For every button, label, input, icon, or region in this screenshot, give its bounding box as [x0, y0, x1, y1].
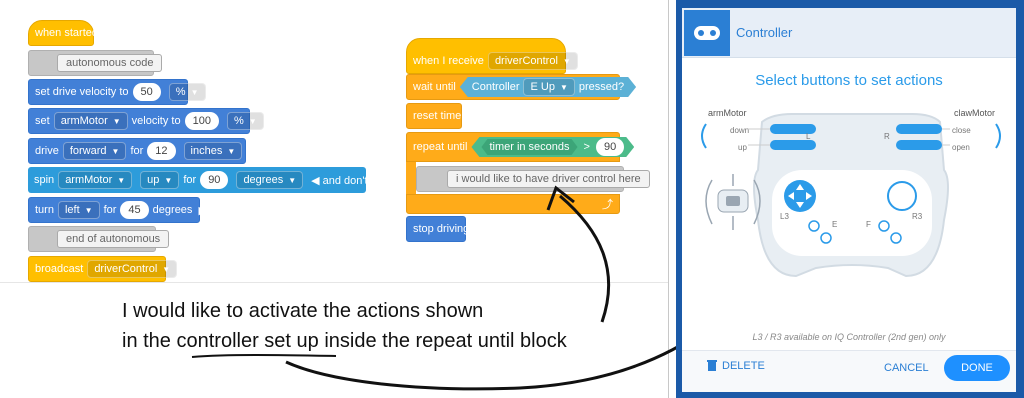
- dialog-title: Controller: [736, 25, 793, 40]
- claw-rotate-icon: [995, 123, 1001, 149]
- r1-label: R: [884, 132, 890, 141]
- f-label: F: [866, 220, 871, 229]
- select-buttons-title: Select buttons to set actions: [755, 72, 943, 89]
- done-button[interactable]: DONE: [944, 355, 1010, 381]
- arm-rotate-icon: [701, 123, 707, 149]
- l-down-bumper: [770, 140, 816, 150]
- l1-label: L: [806, 132, 811, 141]
- controller-logo-icon: [684, 10, 730, 56]
- delete-label: DELETE: [722, 359, 765, 372]
- e-label: E: [832, 220, 838, 229]
- arrow-to-comment: [559, 194, 611, 323]
- r-up-bumper: [896, 124, 942, 134]
- underline-stroke: [191, 354, 337, 358]
- controller-diagram: [701, 113, 1001, 278]
- trash-icon: [707, 360, 717, 371]
- delete-button[interactable]: DELETE: [706, 359, 765, 372]
- cancel-button[interactable]: CANCEL: [884, 362, 929, 374]
- r3-label: R3: [912, 212, 923, 221]
- l3-label: L3: [780, 212, 789, 221]
- r-down-bumper: [896, 140, 942, 150]
- controller-dialog-header: [682, 8, 1016, 58]
- controller-note: L3 / R3 available on IQ Controller (2nd …: [752, 332, 946, 342]
